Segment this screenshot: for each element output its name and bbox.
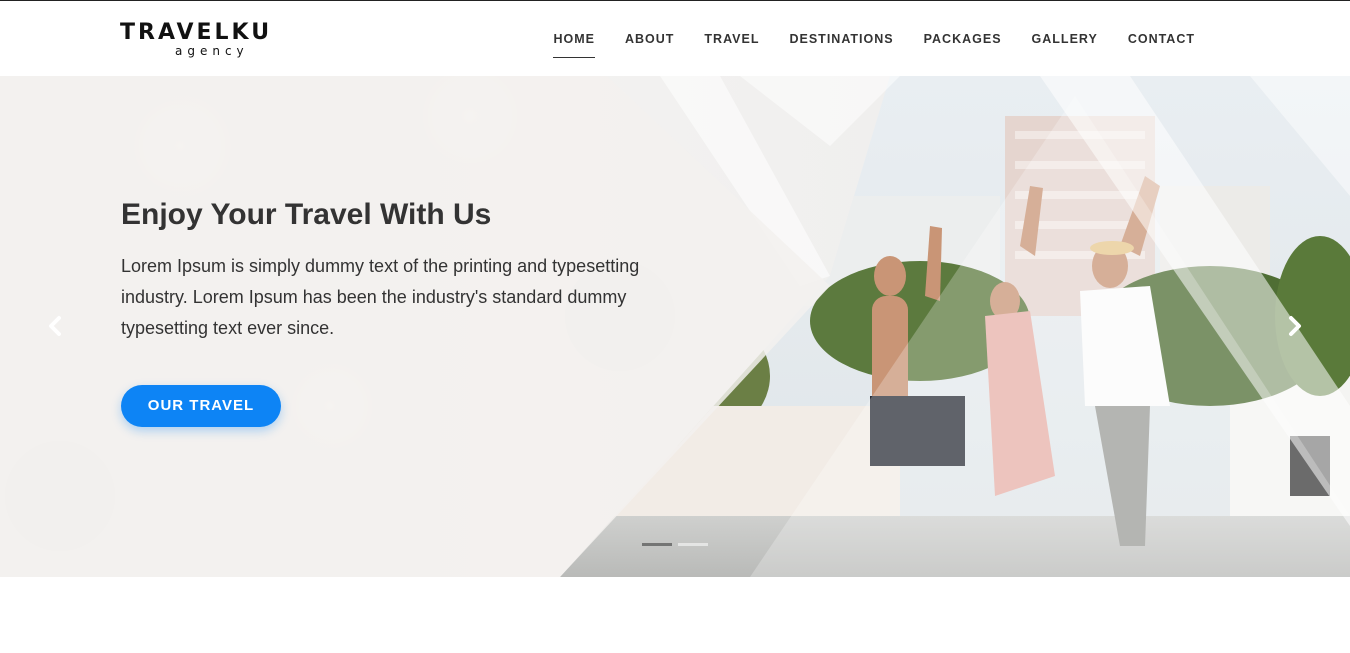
main-nav: HOME ABOUT TRAVEL DESTINATIONS PACKAGES … bbox=[538, 1, 1210, 77]
nav-item-contact[interactable]: CONTACT bbox=[1113, 29, 1210, 49]
nav-item-destinations[interactable]: DESTINATIONS bbox=[774, 29, 908, 49]
brand-name: TRAVELKU bbox=[120, 20, 273, 45]
chevron-right-icon bbox=[1289, 316, 1301, 336]
slider-indicators bbox=[642, 543, 708, 546]
brand-logo[interactable]: TRAVELKU agency bbox=[120, 21, 270, 61]
nav-item-travel[interactable]: TRAVEL bbox=[689, 29, 774, 49]
slide-indicator-1[interactable] bbox=[642, 543, 672, 546]
hero-description: Lorem Ipsum is simply dummy text of the … bbox=[121, 256, 640, 338]
slider-next-button[interactable] bbox=[1285, 312, 1305, 340]
nav-item-about[interactable]: ABOUT bbox=[610, 29, 689, 49]
nav-item-gallery[interactable]: GALLERY bbox=[1017, 29, 1113, 49]
slide-indicator-2[interactable] bbox=[678, 543, 708, 546]
brand-tagline: agency bbox=[175, 44, 249, 58]
chevron-left-icon bbox=[49, 316, 61, 336]
nav-item-home[interactable]: HOME bbox=[538, 29, 610, 58]
hero-slider: Enjoy Your Travel With Us Lorem Ipsum is… bbox=[0, 76, 1350, 577]
slider-prev-button[interactable] bbox=[45, 312, 65, 340]
nav-item-packages[interactable]: PACKAGES bbox=[909, 29, 1017, 49]
hero-title: Enjoy Your Travel With Us bbox=[121, 198, 492, 231]
site-header: TRAVELKU agency HOME ABOUT TRAVEL DESTIN… bbox=[0, 0, 1350, 76]
our-travel-button[interactable]: OUR TRAVEL bbox=[121, 385, 281, 427]
